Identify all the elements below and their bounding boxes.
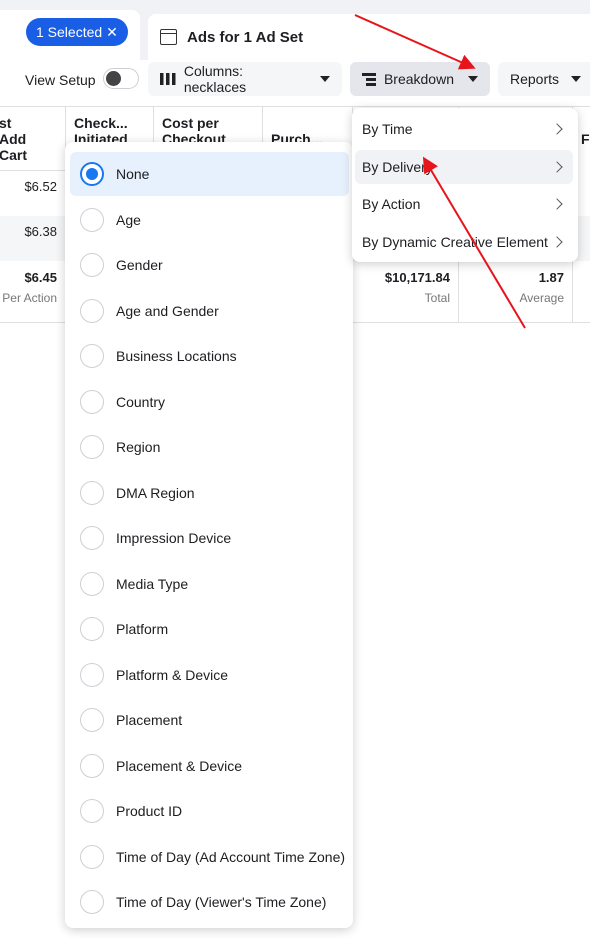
option-label: Country	[116, 393, 166, 410]
summary-label: Per Action	[2, 291, 57, 305]
menu-item-label: By Time	[362, 121, 413, 137]
reports-label: Reports	[510, 71, 560, 87]
option-label: None	[116, 166, 150, 182]
breakdown-option[interactable]: Age	[70, 198, 349, 242]
radio-button[interactable]	[80, 253, 104, 277]
radio-button[interactable]	[80, 207, 104, 232]
caret-down-icon	[571, 76, 582, 82]
radio-button[interactable]	[80, 344, 104, 368]
summary-value: $10,171.84	[384, 270, 450, 285]
radio-button[interactable]	[80, 890, 104, 914]
breakdown-label: Breakdown	[383, 71, 454, 87]
option-label: Impression Device	[116, 530, 232, 546]
caret-down-icon	[320, 76, 330, 82]
close-icon[interactable]: ✕	[106, 24, 118, 40]
radio-button[interactable]	[80, 662, 104, 687]
breakdown-menu-item[interactable]: By Delivery	[355, 149, 573, 184]
chevron-right-icon	[551, 198, 563, 210]
breakdown-option[interactable]: Media Type	[70, 562, 349, 606]
columns-icon	[160, 73, 176, 85]
summary-value: 1.87	[538, 270, 564, 285]
breakdown-menu-item[interactable]: By Dynamic Creative Element	[355, 225, 573, 259]
breakdown-option[interactable]: Country	[70, 380, 349, 424]
breakdown-option[interactable]: Impression Device	[70, 516, 349, 560]
breakdown-option[interactable]: Region	[70, 425, 349, 469]
menu-item-label: By Delivery	[362, 158, 433, 175]
breakdown-option[interactable]: Gender	[70, 243, 349, 287]
menu-item-label: By Action	[362, 196, 421, 212]
breakdown-option[interactable]: Time of Day (Viewer's Time Zone)	[70, 880, 349, 924]
radio-button[interactable]	[80, 617, 104, 641]
option-label: Placement	[116, 712, 183, 728]
option-label: Time of Day (Ad Account Time Zone)	[116, 848, 346, 865]
table-cell: $6.38	[24, 224, 57, 239]
option-label: Age	[116, 211, 141, 228]
column-cost-add-cart: st Add Cart $6.52 $6.38 $6.45 Per Action	[0, 107, 65, 323]
columns-button[interactable]: Columns: necklaces	[148, 62, 342, 96]
tab-ads[interactable]: Ads for 1 Ad Set	[148, 14, 590, 60]
summary-value: $6.45	[24, 270, 57, 285]
selected-pill[interactable]: 1 Selected ✕	[26, 18, 128, 46]
column-header[interactable]: st Add Cart	[0, 107, 65, 171]
breakdown-option[interactable]: Product ID	[70, 789, 349, 833]
columns-label: Columns: necklaces	[183, 63, 247, 95]
chevron-right-icon	[551, 123, 563, 135]
radio-button[interactable]	[80, 844, 104, 869]
option-label: Platform & Device	[116, 666, 229, 683]
breakdown-option[interactable]: Business Locations	[70, 334, 349, 378]
option-label: Time of Day (Viewer's Time Zone)	[116, 894, 327, 910]
selected-label: 1 Selected	[36, 24, 103, 40]
option-label: Platform	[116, 621, 169, 637]
breakdown-option[interactable]: None	[70, 152, 349, 196]
radio-button[interactable]	[80, 526, 104, 550]
radio-button[interactable]	[80, 389, 104, 414]
breakdown-option[interactable]: Placement	[70, 698, 349, 742]
radio-button[interactable]	[80, 480, 104, 505]
view-setup-label: View Setup	[25, 72, 96, 88]
option-label: Age and Gender	[116, 302, 219, 319]
breakdown-option[interactable]: Platform & Device	[70, 653, 349, 697]
summary-label: Total	[424, 291, 450, 305]
option-label: Gender	[116, 257, 163, 273]
table-cell: $6.52	[24, 179, 57, 194]
breakdown-option[interactable]: Time of Day (Ad Account Time Zone)	[70, 835, 349, 879]
breakdown-icon	[362, 72, 376, 86]
summary-label: Average	[519, 291, 564, 305]
option-label: Region	[116, 439, 161, 455]
option-label: Media Type	[116, 575, 189, 592]
breakdown-option[interactable]: Placement & Device	[70, 744, 349, 788]
breakdown-option[interactable]: Platform	[70, 607, 349, 651]
radio-button[interactable]	[80, 298, 104, 323]
caret-down-icon	[468, 76, 478, 82]
radio-button[interactable]	[80, 162, 104, 186]
radio-button[interactable]	[80, 708, 104, 732]
option-label: Business Locations	[116, 348, 237, 364]
option-label: Placement & Device	[116, 757, 243, 774]
reports-button[interactable]: Reports	[498, 62, 590, 96]
menu-item-label: By Dynamic Creative Element	[362, 233, 548, 250]
window-icon	[160, 29, 177, 45]
radio-button[interactable]	[80, 435, 104, 459]
option-label: DMA Region	[116, 484, 195, 501]
chevron-right-icon	[551, 160, 563, 173]
view-setup-toggle[interactable]	[103, 68, 139, 89]
breakdown-menu: By Time By Delivery By Action By Dynamic Cr…	[352, 108, 578, 262]
breakdown-option[interactable]: DMA Region	[70, 471, 349, 515]
breakdown-option[interactable]: Age and Gender	[70, 289, 349, 333]
delivery-breakdown-dropdown: None Age Gender Age and Gender Business Loca…	[65, 142, 353, 928]
radio-button[interactable]	[80, 799, 104, 823]
chevron-right-icon	[551, 235, 563, 248]
option-label: Product ID	[116, 803, 183, 819]
breakdown-button[interactable]: Breakdown	[350, 62, 490, 96]
radio-button[interactable]	[80, 753, 104, 778]
breakdown-menu-item[interactable]: By Action	[355, 187, 573, 221]
radio-button[interactable]	[80, 571, 104, 596]
tab-label: Ads for 1 Ad Set	[187, 28, 304, 46]
breakdown-menu-item[interactable]: By Time	[355, 112, 573, 146]
